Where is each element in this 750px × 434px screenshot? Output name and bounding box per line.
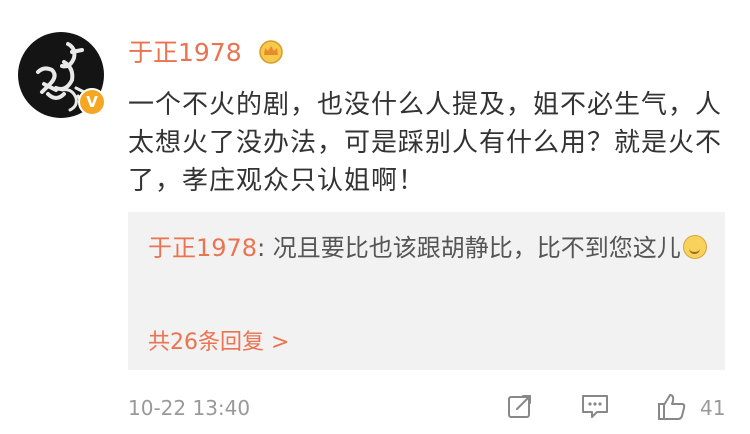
reply-separator: : <box>257 234 273 262</box>
reply-count-link[interactable]: 共26条回复 > <box>148 324 289 356</box>
reply-content: 况且要比也该跟胡静比，比不到您这儿 <box>272 234 681 262</box>
comment-username[interactable]: 于正1978 <box>128 38 242 68</box>
verified-badge: V <box>78 88 106 116</box>
timestamp: 10-22 13:40 <box>128 396 251 420</box>
thumbs-up-icon[interactable] <box>656 392 688 422</box>
reply-text: 于正1978: 况且要比也该跟胡静比，比不到您这儿 <box>148 230 708 266</box>
share-icon[interactable] <box>506 392 534 420</box>
reply-username[interactable]: 于正1978 <box>148 234 257 262</box>
comment-icon[interactable] <box>580 392 610 420</box>
like-count: 41 <box>700 396 726 420</box>
comment-content: 一个不火的剧，也没什么人提及，姐不必生气，人太想火了没办法，可是踩别人有什么用？… <box>128 90 723 196</box>
reply-box[interactable]: 于正1978: 况且要比也该跟胡静比，比不到您这儿 共26条回复 > <box>128 212 725 370</box>
laugh-emoji-icon <box>682 235 707 259</box>
crown-icon <box>259 40 283 64</box>
